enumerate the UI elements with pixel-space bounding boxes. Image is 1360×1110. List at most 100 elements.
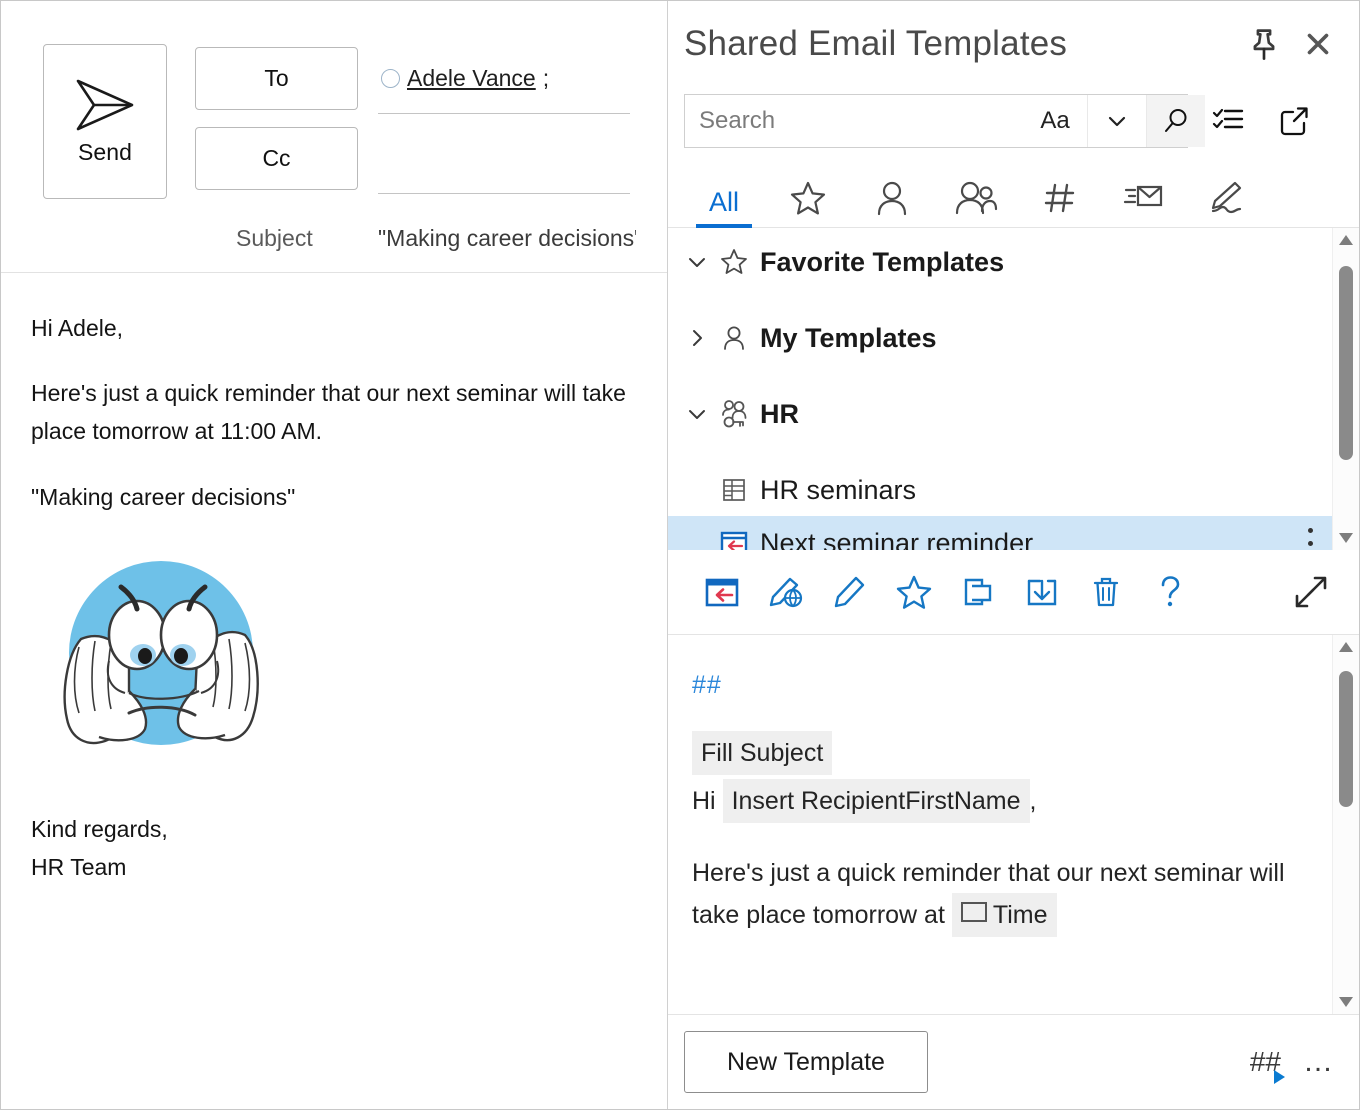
tree-scroll-track[interactable] (1333, 252, 1359, 526)
hashtag-icon (1044, 183, 1075, 213)
scroll-up-arrow-icon[interactable] (1337, 228, 1355, 252)
email-body[interactable]: Hi Adele, Here's just a quick reminder t… (1, 273, 667, 886)
open-external-icon-glyph (1280, 107, 1308, 136)
page-title: Shared Email Templates (684, 24, 1068, 63)
copy-icon[interactable] (946, 564, 1010, 620)
tree-item-my-templates[interactable]: My Templates (668, 312, 1359, 364)
search-options-button[interactable] (1087, 95, 1146, 147)
search-row: Aa (668, 87, 1359, 155)
edit-pencil-icon[interactable] (818, 564, 882, 620)
what-to-enter-box-icon (960, 902, 987, 922)
favorite-star-icon-glyph (896, 575, 932, 609)
delete-trash-icon-glyph (1093, 577, 1119, 607)
worried-blue-emoji-icon (63, 560, 259, 745)
tree-item-label: My Templates (760, 322, 937, 353)
tab-all[interactable]: All (682, 155, 766, 228)
edit-pencil-icon-glyph (834, 576, 865, 608)
subject-label: Subject (236, 225, 313, 251)
compose-pane: Send To Cc Adele Vance; Subject "Making … (1, 1, 668, 1109)
body-signature: Kind regards, HR Team (31, 810, 637, 886)
preview-greeting-suffix: , (1029, 787, 1037, 815)
macro-recipient-first-name[interactable]: Insert RecipientFirstName (722, 779, 1030, 823)
scroll-up-arrow-icon[interactable] (1337, 635, 1355, 659)
preview-hash-marker: ## (692, 671, 722, 699)
search-box[interactable]: Aa (684, 94, 1205, 148)
cc-button[interactable]: Cc (195, 127, 358, 190)
help-question-icon[interactable] (1138, 564, 1202, 620)
checklist-icon-glyph (1212, 108, 1244, 129)
edit-html-icon[interactable] (754, 564, 818, 620)
tree-item-hr-seminars[interactable]: HR seminars (668, 464, 1359, 516)
template-tree-items: Favorite Templates My Templates HR HR se… (668, 228, 1359, 550)
play-triangle-icon (1274, 1070, 1285, 1084)
tab-my-templates[interactable] (850, 155, 934, 227)
pin-icon[interactable] (1247, 27, 1281, 61)
expand-collapse-icon[interactable] (1279, 564, 1343, 620)
template-preview-content: ## Fill Subject Hi Insert RecipientFirst… (668, 635, 1359, 937)
tree-item-hr[interactable]: HR (668, 388, 1359, 440)
star-icon (790, 181, 826, 215)
close-icon[interactable] (1301, 27, 1335, 61)
scroll-down-arrow-icon[interactable] (1337, 526, 1355, 550)
chevron-down-icon[interactable] (680, 249, 714, 275)
match-case-button[interactable]: Aa (1023, 95, 1087, 147)
tab-favorites[interactable] (766, 155, 850, 227)
template-preview[interactable]: ## Fill Subject Hi Insert RecipientFirst… (668, 635, 1359, 1015)
tree-scrollbar[interactable] (1332, 228, 1359, 550)
to-field-underline (378, 113, 630, 114)
dataset-icon (714, 475, 754, 505)
help-question-icon-glyph (1161, 576, 1180, 607)
ellipsis-icon: … (1303, 1045, 1335, 1078)
chevron-right-icon[interactable] (680, 325, 714, 351)
insert-template-icon[interactable] (690, 564, 754, 620)
tree-item-favorite-templates[interactable]: Favorite Templates (668, 236, 1359, 288)
to-button[interactable]: To (195, 47, 358, 110)
save-to-icon[interactable] (1010, 564, 1074, 620)
tab-macros[interactable] (1018, 155, 1102, 227)
search-input[interactable] (685, 95, 1023, 147)
preview-scroll-thumb[interactable] (1339, 671, 1353, 807)
preview-greeting-prefix: Hi (692, 787, 716, 815)
star-icon (714, 247, 754, 277)
to-button-label: To (264, 65, 289, 91)
delete-trash-icon[interactable] (1074, 564, 1138, 620)
scroll-down-arrow-icon[interactable] (1337, 990, 1355, 1014)
preview-body-paragraph: Here's just a quick reminder that our ne… (692, 853, 1299, 937)
macro-fill-subject[interactable]: Fill Subject (692, 731, 833, 775)
search-submit-button[interactable] (1146, 95, 1205, 147)
tree-scroll-thumb[interactable] (1339, 266, 1353, 460)
body-paragraph: Here's just a quick reminder that our ne… (31, 380, 626, 445)
checklist-icon[interactable] (1202, 95, 1254, 147)
tab-mail-rules[interactable] (1102, 155, 1186, 227)
match-case-label: Aa (1040, 107, 1070, 134)
preview-scrollbar[interactable] (1332, 635, 1359, 1014)
tab-signatures[interactable] (1186, 155, 1270, 227)
tree-item-label: Favorite Templates (760, 246, 1005, 277)
save-to-icon-glyph (1027, 579, 1057, 606)
tab-team-templates[interactable] (934, 155, 1018, 227)
preview-subject-line: Fill Subject (692, 731, 1299, 775)
preview-scroll-track[interactable] (1333, 659, 1359, 990)
addin-window: Send To Cc Adele Vance; Subject "Making … (0, 0, 1360, 1110)
send-button[interactable]: Send (43, 44, 167, 199)
tree-item-label: Next seminar reminder (760, 527, 1034, 551)
run-macro-icon[interactable]: ## (1250, 1034, 1285, 1090)
chevron-down-icon[interactable] (680, 401, 714, 427)
compose-header: Send To Cc Adele Vance; Subject "Making … (1, 1, 667, 273)
favorite-star-icon[interactable] (882, 564, 946, 620)
tree-item-next-seminar-reminder[interactable]: Next seminar reminder (668, 516, 1359, 550)
template-insert-icon (714, 527, 754, 550)
to-field[interactable]: Adele Vance; (381, 65, 549, 92)
pane-footer: New Template ## … (668, 1015, 1359, 1109)
macro-time[interactable]: Time (951, 893, 1057, 937)
more-menu-button[interactable]: … (1303, 1034, 1335, 1090)
more-options-icon[interactable] (1297, 528, 1323, 550)
open-external-icon[interactable] (1268, 95, 1320, 147)
new-template-button[interactable]: New Template (684, 1031, 928, 1093)
recipient-name[interactable]: Adele Vance (407, 65, 536, 92)
subject-input[interactable]: "Making career decisions" (378, 225, 636, 252)
edit-html-icon-glyph (769, 577, 803, 608)
paper-plane-icon (76, 79, 134, 131)
pane-header: Shared Email Templates (668, 1, 1359, 87)
